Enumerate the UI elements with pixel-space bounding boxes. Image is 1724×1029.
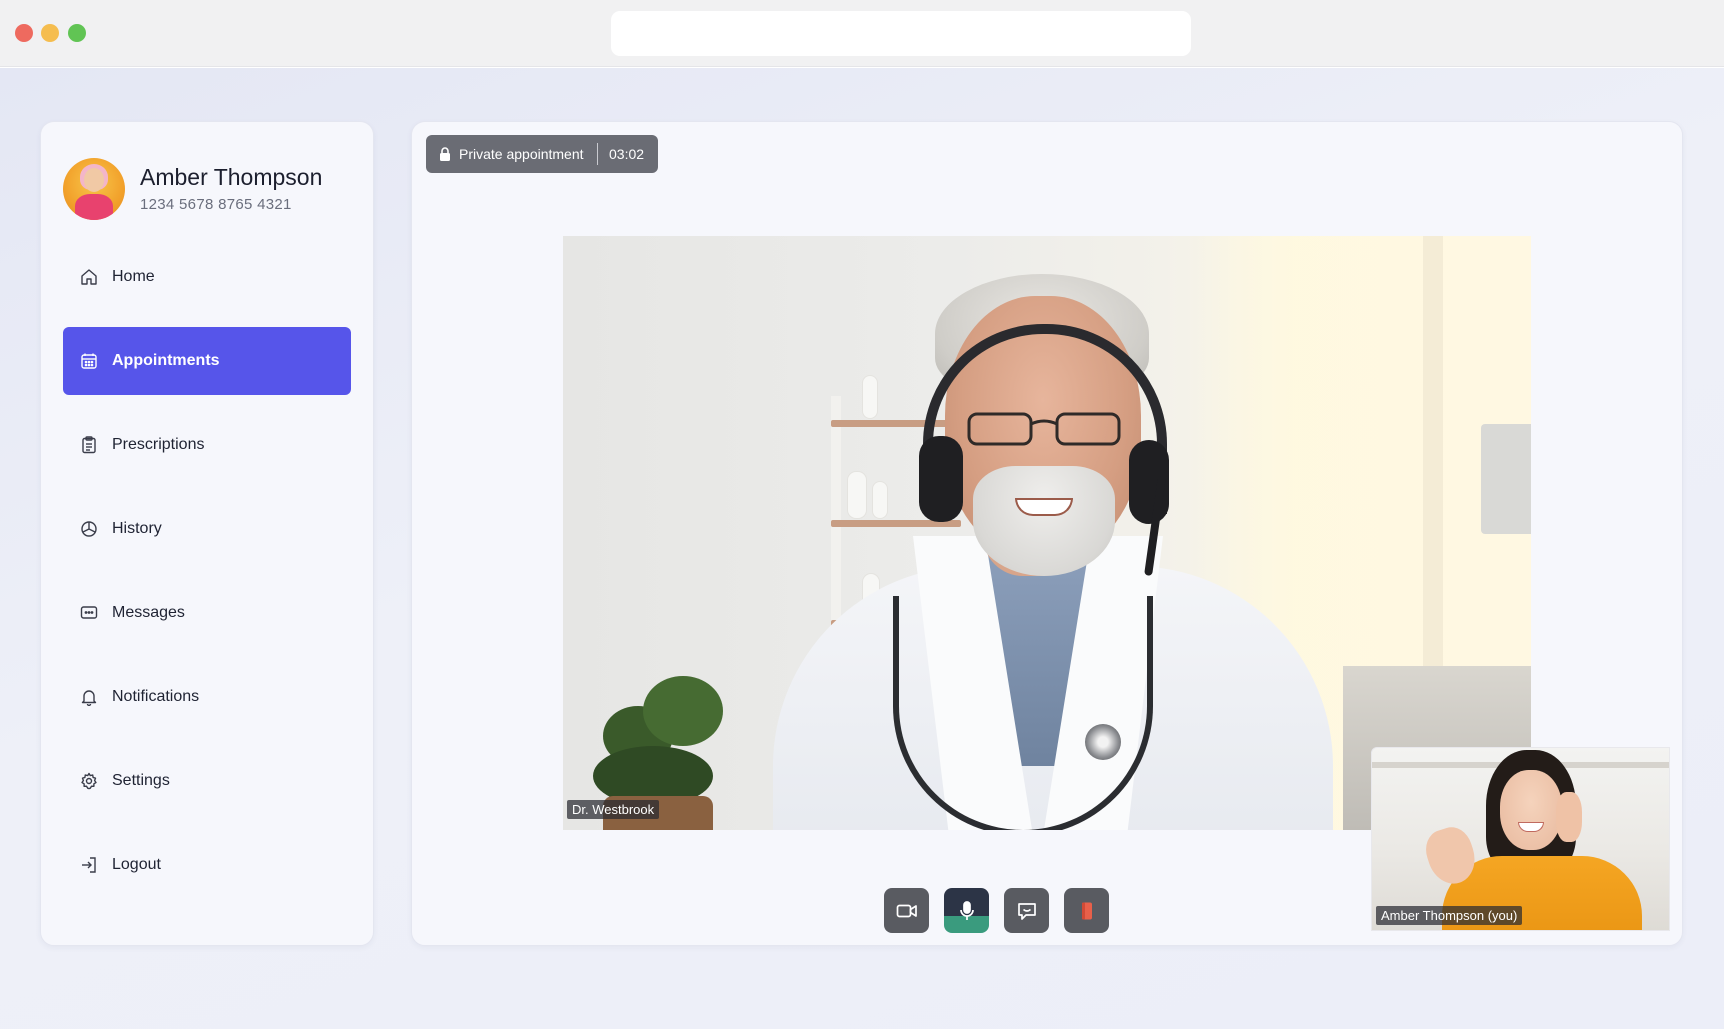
appointment-status-badge: Private appointment 03:02 [426,135,658,173]
user-card-number: 1234 5678 8765 4321 [140,196,292,213]
sidebar-item-label: Settings [112,772,170,789]
sidebar-item-label: Logout [112,856,161,873]
clipboard-icon [82,436,96,454]
close-window-button[interactable] [15,24,33,42]
badge-divider [597,143,598,165]
lock-icon [440,147,450,161]
sidebar-item-label: Messages [112,604,185,621]
local-video-feed[interactable]: Amber Thompson (you) [1371,747,1670,931]
chat-icon [1017,902,1036,920]
remote-participant-label: Dr. Westbrook [567,800,660,819]
logout-icon [82,857,96,873]
user-avatar[interactable] [63,158,125,220]
video-call-panel: Private appointment 03:02 Dr. Westbrook … [411,121,1683,946]
page-background: Amber Thompson 1234 5678 8765 4321 Home … [0,68,1724,1029]
calendar-icon [81,353,97,369]
window-titlebar [0,0,1724,67]
sidebar-item-label: Appointments [112,352,220,369]
address-bar[interactable] [611,11,1191,56]
sidebar-item-prescriptions[interactable]: Prescriptions [63,411,351,479]
chat-button[interactable] [1004,888,1049,933]
user-name: Amber Thompson [140,164,323,190]
microphone-icon [959,900,974,920]
call-timer: 03:02 [609,146,645,162]
sidebar-item-logout[interactable]: Logout [63,831,351,899]
sidebar-item-settings[interactable]: Settings [63,747,351,815]
sidebar-item-notifications[interactable]: Notifications [63,663,351,731]
end-call-button[interactable] [1064,888,1109,933]
sidebar-item-messages[interactable]: Messages [63,579,351,647]
appointment-status-label: Private appointment [459,146,584,162]
camera-toggle-button[interactable] [884,888,929,933]
sidebar-item-appointments[interactable]: Appointments [63,327,351,395]
sidebar-item-label: History [112,520,162,537]
local-participant-label: Amber Thompson (you) [1376,906,1523,925]
minimize-window-button[interactable] [41,24,59,42]
sidebar-item-label: Home [112,268,155,285]
sidebar-item-label: Prescriptions [112,436,205,453]
message-icon [80,606,98,619]
pie-chart-icon [81,521,97,537]
phone-end-icon [1081,902,1092,919]
video-camera-icon [896,904,917,917]
bell-icon [81,690,97,706]
sidebar-item-home[interactable]: Home [63,243,351,311]
sidebar-item-label: Notifications [112,688,200,705]
remote-video-feed: Dr. Westbrook [563,236,1531,830]
gear-icon [81,772,97,790]
maximize-window-button[interactable] [68,24,86,42]
microphone-toggle-button[interactable] [944,888,989,933]
sidebar: Amber Thompson 1234 5678 8765 4321 Home … [40,121,374,946]
sidebar-item-history[interactable]: History [63,495,351,563]
home-icon [81,269,97,285]
